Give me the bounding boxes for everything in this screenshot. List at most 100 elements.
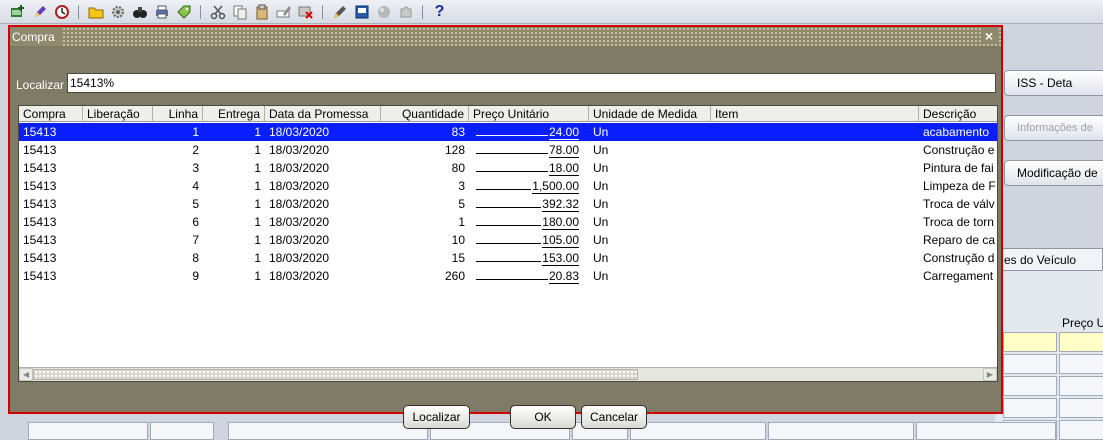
unit-price-value: 105.00 bbox=[542, 233, 579, 248]
grid-cell[interactable] bbox=[150, 422, 214, 440]
table-row[interactable]: 15413 6 1 18/03/2020 1 Un Troca de torn 180.00 bbox=[19, 213, 997, 231]
cell-data-promessa: 18/03/2020 bbox=[269, 143, 330, 157]
delete-record-icon[interactable] bbox=[296, 3, 315, 21]
grid-cell[interactable] bbox=[1059, 376, 1103, 396]
folder-icon[interactable] bbox=[86, 3, 105, 21]
tab-vehicle[interactable]: es do Veículo bbox=[995, 248, 1103, 270]
cell-entrega: 1 bbox=[254, 269, 261, 283]
grid-cell[interactable] bbox=[768, 422, 914, 440]
edit-field-icon[interactable] bbox=[274, 3, 293, 21]
globe-icon[interactable] bbox=[374, 3, 393, 21]
cell-compra: 15413 bbox=[23, 251, 57, 265]
grid-cell[interactable] bbox=[1003, 398, 1057, 418]
print-icon[interactable] bbox=[152, 3, 171, 21]
table-row[interactable]: 15413 1 1 18/03/2020 83 Un acabamento 24.00 bbox=[19, 123, 997, 141]
cell-liberacao bbox=[83, 213, 153, 231]
help-icon[interactable]: ? bbox=[430, 3, 449, 21]
cell-descricao: Troca de torn bbox=[923, 215, 994, 229]
cell-compra: 15413 bbox=[23, 179, 57, 193]
cut-icon[interactable] bbox=[208, 3, 227, 21]
grid-cell[interactable] bbox=[1059, 332, 1103, 352]
grid-cell[interactable] bbox=[1059, 354, 1103, 374]
cell-liberacao bbox=[83, 159, 153, 177]
dialog-body: Localizar 15413% Compra Liberação Linha … bbox=[12, 49, 999, 429]
column-header-linha[interactable]: Linha bbox=[153, 106, 203, 122]
table-row[interactable]: 15413 7 1 18/03/2020 10 Un Reparo de ca 105.00 bbox=[19, 231, 997, 249]
horizontal-scrollbar[interactable]: ◀ ▶ bbox=[19, 367, 997, 381]
cell-compra: 15413 bbox=[23, 161, 57, 175]
cell-data-promessa: 18/03/2020 bbox=[269, 269, 330, 283]
grid-cell[interactable] bbox=[1003, 354, 1057, 374]
column-header-unidade-medida[interactable]: Unidade de Medida bbox=[589, 106, 711, 122]
column-header-item[interactable]: Item bbox=[711, 106, 919, 122]
modify-button[interactable]: Modificação de bbox=[1004, 160, 1103, 186]
puzzle-icon[interactable] bbox=[396, 3, 415, 21]
cell-item bbox=[711, 159, 919, 177]
binoculars-icon[interactable] bbox=[130, 3, 149, 21]
pen-icon[interactable] bbox=[330, 3, 349, 21]
column-header-entrega[interactable]: Entrega bbox=[203, 106, 265, 122]
compra-dialog: Compra × Localizar 15413% Compra Liberaç… bbox=[8, 25, 1003, 429]
grid-cell[interactable] bbox=[630, 422, 766, 440]
cell-linha: 9 bbox=[192, 269, 199, 283]
find-input[interactable]: 15413% bbox=[67, 73, 996, 93]
column-header-data-promessa[interactable]: Data da Promessa bbox=[265, 106, 381, 122]
grid-cell[interactable] bbox=[1003, 332, 1057, 352]
table-row[interactable]: 15413 2 1 18/03/2020 128 Un Construção e 78.00 bbox=[19, 141, 997, 159]
attachment-icon[interactable] bbox=[352, 3, 371, 21]
paste-icon[interactable] bbox=[252, 3, 271, 21]
ok-button[interactable]: OK bbox=[510, 405, 576, 429]
cell-quantidade: 83 bbox=[451, 125, 465, 139]
settings-icon[interactable] bbox=[108, 3, 127, 21]
table-row[interactable]: 15413 5 1 18/03/2020 5 Un Troca de válv 392.32 bbox=[19, 195, 997, 213]
cell-preco-unitario: 105.00 bbox=[475, 231, 579, 249]
tag-icon[interactable] bbox=[174, 3, 193, 21]
column-header-preco-unitario[interactable]: Preço Unitário bbox=[469, 106, 589, 122]
table-row[interactable]: 15413 4 1 18/03/2020 3 Un Limpeza de F 1,500.00 bbox=[19, 177, 997, 195]
cell-linha: 4 bbox=[192, 179, 199, 193]
grid-cell[interactable] bbox=[228, 422, 428, 440]
copy-icon[interactable] bbox=[230, 3, 249, 21]
grid-cell[interactable] bbox=[1003, 376, 1057, 396]
cell-unidade: Un bbox=[593, 161, 609, 175]
edit-icon[interactable] bbox=[30, 3, 49, 21]
cell-unidade: Un bbox=[593, 197, 609, 211]
grid-cell[interactable] bbox=[1059, 398, 1103, 418]
table-row[interactable]: 15413 9 1 18/03/2020 260 Un Carregament 20.83 bbox=[19, 267, 997, 285]
cell-linha: 2 bbox=[192, 143, 199, 157]
iss-detail-button[interactable]: ISS - Deta bbox=[1004, 70, 1103, 96]
table-row[interactable]: 15413 8 1 18/03/2020 15 Un Construção d 153.00 bbox=[19, 249, 997, 267]
cell-preco-unitario: 392.32 bbox=[475, 195, 579, 213]
column-header-compra[interactable]: Compra bbox=[19, 106, 83, 122]
cell-quantidade: 1 bbox=[458, 215, 465, 229]
cell-preco-unitario: 78.00 bbox=[475, 141, 579, 159]
clock-icon[interactable] bbox=[52, 3, 71, 21]
cell-entrega: 1 bbox=[254, 215, 261, 229]
find-button[interactable]: Localizar bbox=[403, 405, 470, 429]
grid-cell[interactable] bbox=[1059, 420, 1103, 440]
new-record-icon[interactable] bbox=[8, 3, 27, 21]
dialog-titlebar[interactable]: Compra × bbox=[10, 27, 1001, 46]
column-header-quantidade[interactable]: Quantidade bbox=[381, 106, 469, 122]
grid-cell[interactable] bbox=[916, 422, 1056, 440]
scroll-left-icon[interactable]: ◀ bbox=[19, 368, 33, 381]
cell-compra: 15413 bbox=[23, 143, 57, 157]
close-icon[interactable]: × bbox=[981, 28, 997, 44]
toolbar-separator bbox=[78, 4, 79, 19]
toolbar-separator bbox=[200, 4, 201, 19]
cell-descricao: Construção e bbox=[923, 143, 995, 157]
scroll-thumb[interactable] bbox=[33, 369, 638, 380]
dialog-title: Compra bbox=[10, 27, 61, 46]
cell-entrega: 1 bbox=[254, 251, 261, 265]
cancel-button[interactable]: Cancelar bbox=[581, 405, 647, 429]
grid-cell[interactable] bbox=[28, 422, 148, 440]
unit-price-value: 392.32 bbox=[542, 197, 579, 212]
toolbar-separator bbox=[322, 4, 323, 19]
unit-price-value: 20.83 bbox=[548, 269, 579, 284]
scroll-right-icon[interactable]: ▶ bbox=[983, 368, 997, 381]
column-header-descricao[interactable]: Descrição bbox=[919, 106, 997, 122]
info-button[interactable]: Informações de bbox=[1004, 115, 1103, 141]
column-header-liberacao[interactable]: Liberação bbox=[83, 106, 153, 122]
cancel-button-label: Cancelar bbox=[589, 410, 639, 424]
table-row[interactable]: 15413 3 1 18/03/2020 80 Un Pintura de fai 18.00 bbox=[19, 159, 997, 177]
